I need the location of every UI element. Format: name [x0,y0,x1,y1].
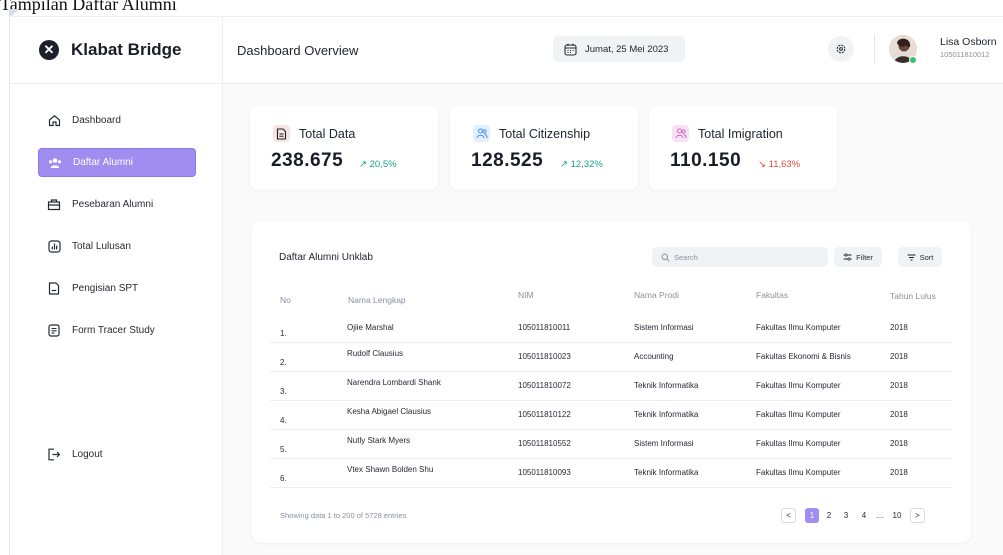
search-placeholder: Search [674,252,698,262]
pagination-ellipsis: ... [876,511,884,520]
sort-icon [907,254,916,260]
stat-change: ↘ 11,63% [758,159,801,170]
gear-icon [836,44,846,54]
stat-title: Total Imigration [698,126,783,141]
user-id: 105011810012 [940,50,990,59]
column-header-nim: NIM [518,290,534,300]
stat-value: 110.150 [670,150,742,171]
close-circle-icon: ✕ [39,40,59,60]
pagination-page-1[interactable]: 1 [805,508,819,523]
search-input[interactable]: Search [652,247,828,267]
logout-icon [47,447,61,461]
column-header-fakultas: Fakultas [756,290,789,300]
sidebar-item-label: Pesebaran Alumni [72,199,154,210]
stat-card-total-data: Total Data 238.675 ↗ 20,5% [250,106,438,190]
app-window: ✕ Klabat Bridge Dashboard Daftar Alumni [9,16,1003,555]
document-icon [273,125,290,142]
stat-value: 128.525 [471,150,544,171]
document-icon [47,282,61,296]
brand: ✕ Klabat Bridge [10,17,222,84]
alumni-table-panel: Daftar Alumni Unklab Search Filter Sort … [252,221,971,543]
stat-change: ↗ 12,32% [560,159,603,170]
table-row[interactable]: 2. Rudolf Clausius 105011810023 Accounti… [270,343,952,372]
pagination-page-3[interactable]: 3 [839,508,853,523]
sidebar-item-total-lulusan[interactable]: Total Lulusan [38,232,196,261]
sidebar-item-label: Dashboard [72,115,121,126]
user-name: Lisa Osborn [940,36,997,48]
page-title: Dashboard Overview [237,43,359,58]
sidebar-item-label: Daftar Alumni [73,157,134,168]
stat-value: 238.675 [271,150,344,171]
table-row[interactable]: 5. Nutly Stark Myers 105011810552 Sistem… [270,430,952,459]
users-icon [672,125,689,142]
online-status-dot [909,56,917,64]
top-bar: Dashboard Overview Jumat, 25 Mei 2023 Li… [223,17,1003,84]
sidebar-item-form-tracer-study[interactable]: Form Tracer Study [38,316,196,345]
figure-caption: Tampilan Daftar Alumni [0,0,177,14]
settings-button[interactable] [828,36,854,62]
calendar-icon [564,43,577,56]
sidebar-item-label: Form Tracer Study [72,325,155,336]
column-header-tahun-lulus: Tahun Lulus [890,291,936,301]
sidebar-item-label: Total Lulusan [72,241,131,252]
entries-summary: Showing data 1 to 200 of 5728 entries [280,511,407,520]
column-header-nama-lengkap: Nama Lengkap [348,295,406,305]
pagination-page-4[interactable]: 4 [857,508,871,523]
sidebar-item-label: Pengisian SPT [72,283,139,294]
search-icon [661,253,670,262]
table-row[interactable]: 1. Ojiie Marshal 105011810011 Sistem Inf… [270,314,952,343]
date-picker[interactable]: Jumat, 25 Mei 2023 [553,36,685,62]
table-row[interactable]: 6. Vtex Shawn Bolden Shu 105011810093 Te… [270,459,952,488]
pagination-next-button[interactable]: > [910,508,925,523]
pagination-page-2[interactable]: 2 [822,508,836,523]
table-row[interactable]: 3. Narendra Lombardi Shank 105011810072 … [270,372,952,401]
map-icon [47,198,61,212]
sidebar-nav: Dashboard Daftar Alumni Pesebaran Alumni… [38,106,196,358]
sort-button[interactable]: Sort [898,247,942,267]
sidebar-item-dashboard[interactable]: Dashboard [38,106,196,135]
divider [874,34,875,64]
date-label: Jumat, 25 Mei 2023 [585,43,669,55]
users-icon [48,156,62,170]
filter-button[interactable]: Filter [834,247,882,267]
logout-label: Logout [72,448,103,460]
stat-card-total-imigration: Total Imigration 110.150 ↘ 11,63% [649,106,837,190]
table-row[interactable]: 4. Kesha Abigael Clausius 105011810122 T… [270,401,952,430]
filter-icon [843,253,852,261]
users-icon [473,125,490,142]
form-icon [47,324,61,338]
logout-button[interactable]: Logout [47,447,103,461]
bar-chart-icon [47,240,61,254]
brand-name: Klabat Bridge [71,40,182,59]
column-header-nama-prodi: Nama Prodi [634,290,679,300]
stat-change: ↗ 20,5% [359,159,397,170]
stat-title: Total Data [299,126,356,141]
stat-title: Total Citizenship [499,126,591,141]
column-header-no: No [280,295,291,305]
sidebar: ✕ Klabat Bridge Dashboard Daftar Alumni [10,17,223,555]
home-icon [47,114,61,128]
sidebar-item-daftar-alumni[interactable]: Daftar Alumni [38,148,196,177]
sidebar-item-pengisian-spt[interactable]: Pengisian SPT [38,274,196,303]
table-title: Daftar Alumni Unklab [279,252,373,263]
pagination-page-10[interactable]: 10 [889,508,905,523]
stat-card-total-citizenship: Total Citizenship 128.525 ↗ 12,32% [450,106,638,190]
sidebar-item-pesebaran-alumni[interactable]: Pesebaran Alumni [38,190,196,219]
pagination-prev-button[interactable]: < [781,508,796,523]
